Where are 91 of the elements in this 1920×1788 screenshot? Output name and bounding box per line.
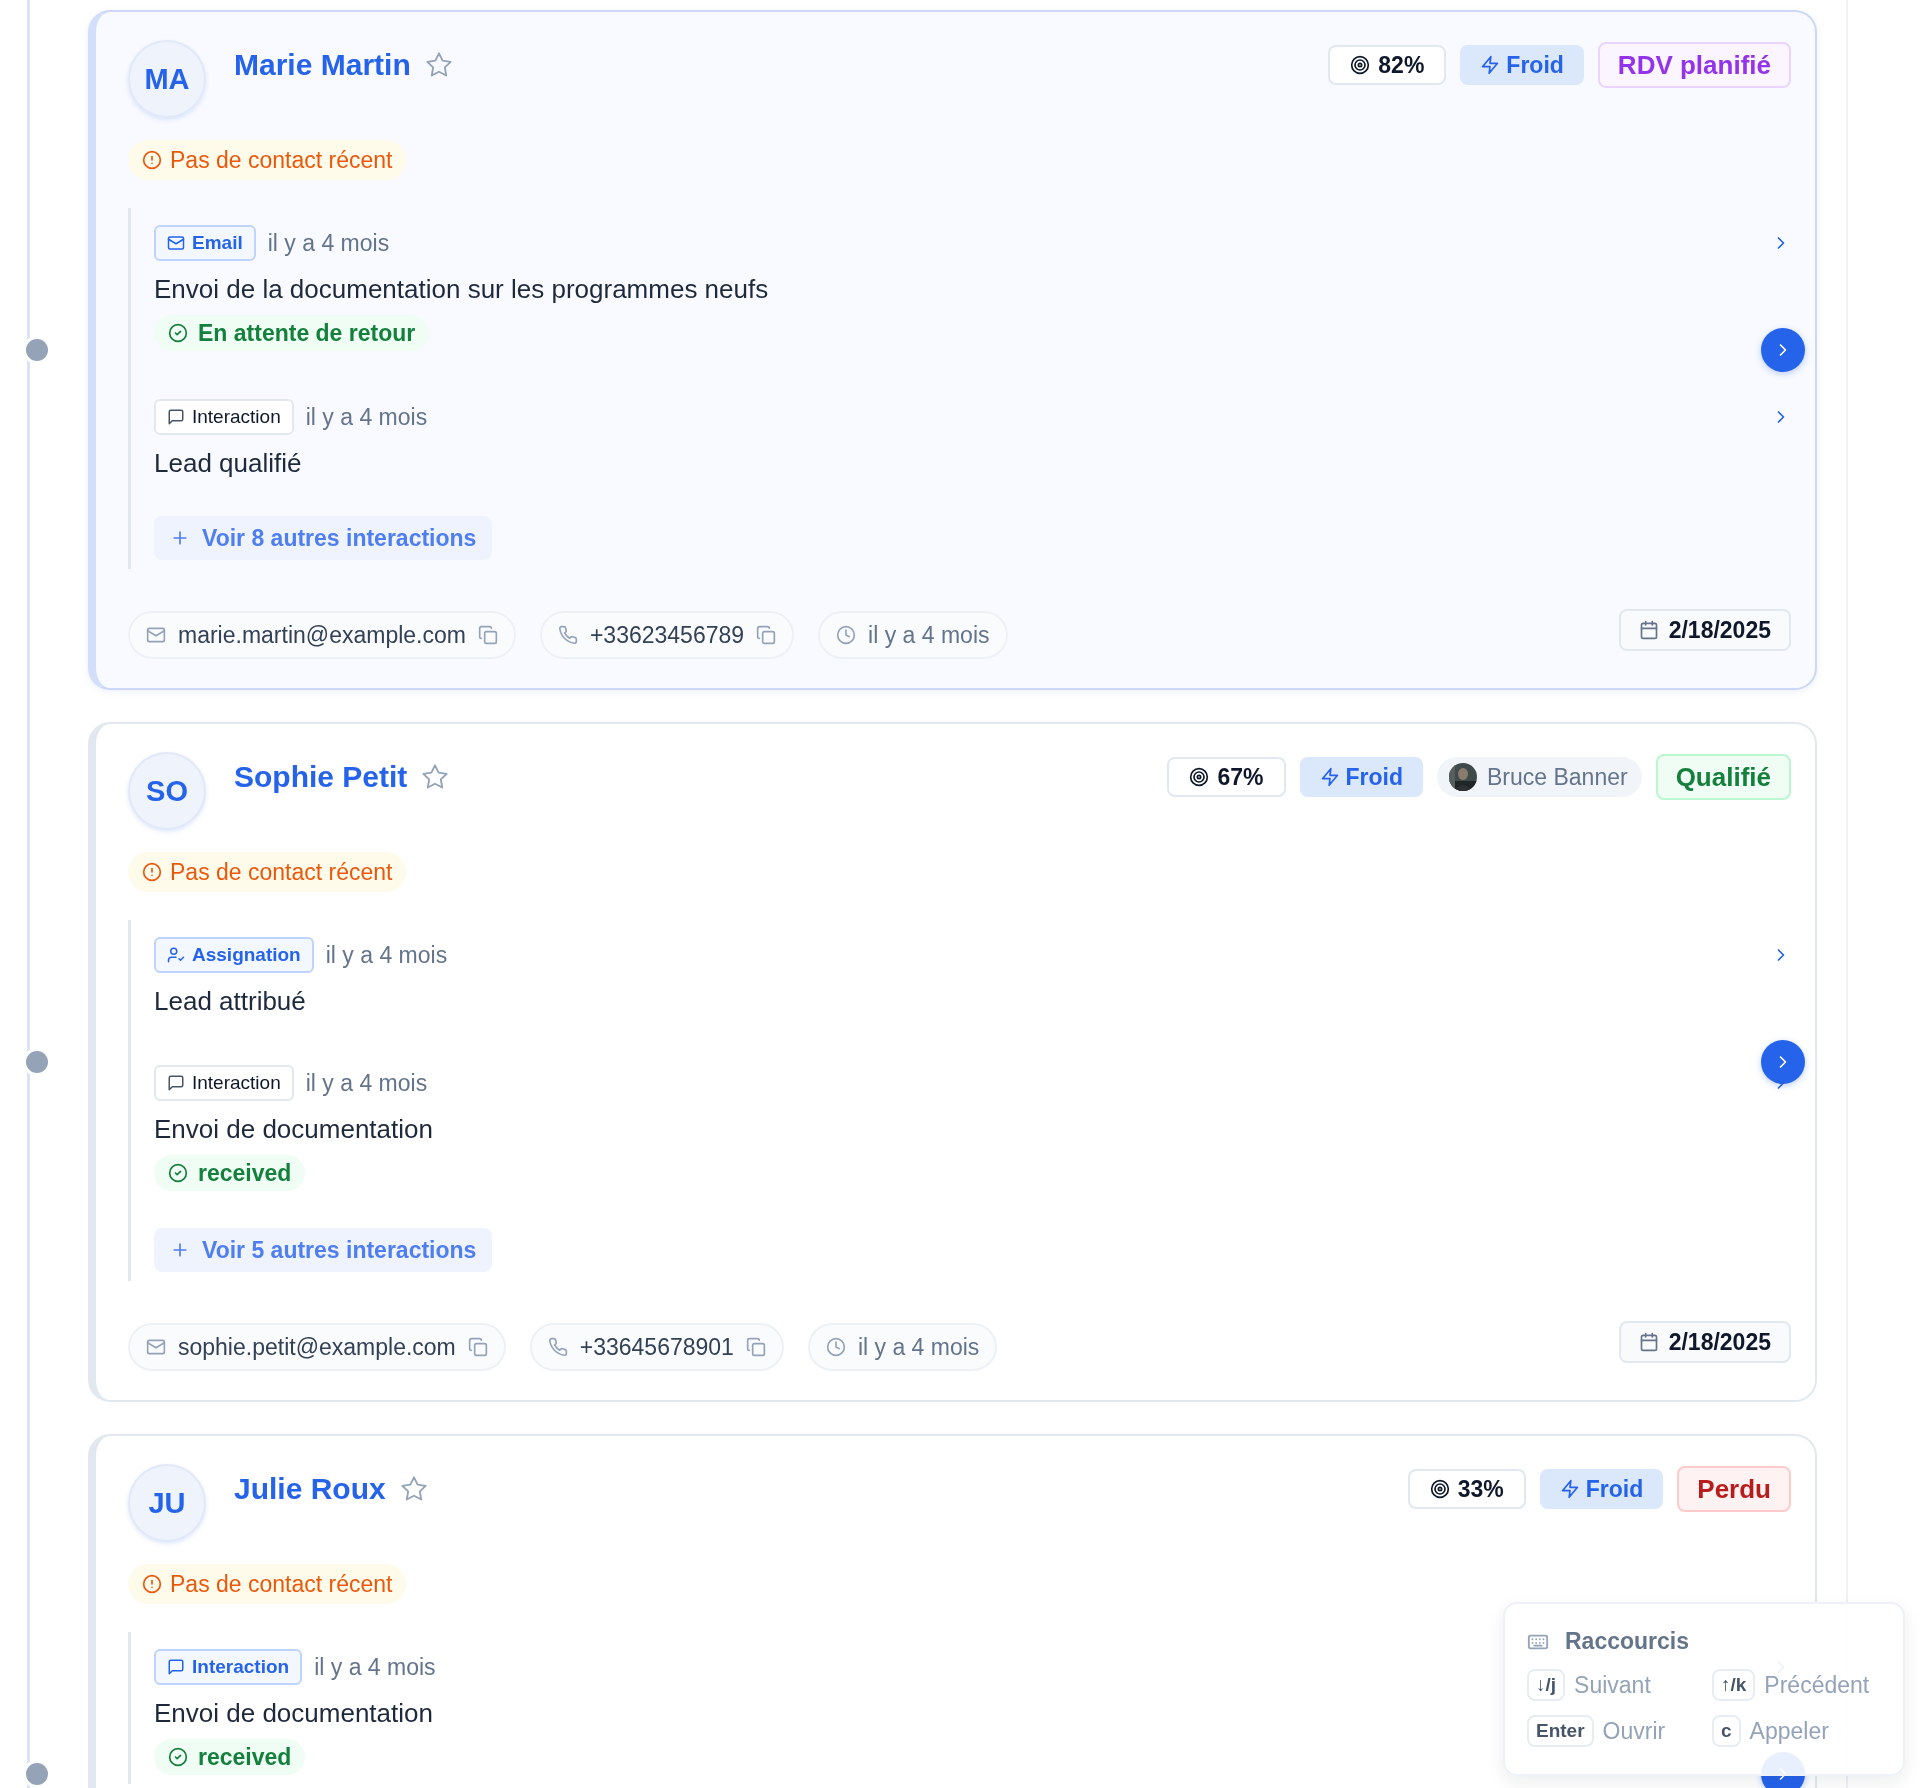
alert-circle-icon	[142, 150, 162, 170]
more-interactions-button[interactable]: Voir 5 autres interactions	[154, 1228, 493, 1272]
temperature-badge: Froid	[1539, 1469, 1664, 1509]
lightning-icon	[1559, 1479, 1580, 1499]
copy-icon	[477, 625, 498, 645]
key-hint: c	[1712, 1715, 1741, 1747]
clock-icon	[825, 1337, 846, 1357]
lightning-icon	[1480, 55, 1501, 75]
timeline-dot	[26, 1763, 48, 1785]
email-text: marie.martin@example.com	[178, 621, 466, 649]
score-badge: 82%	[1328, 45, 1447, 85]
chat-bubble-icon	[167, 1074, 185, 1092]
clock-icon	[836, 625, 857, 645]
copy-icon	[467, 1337, 488, 1357]
key-hint: ↑/k	[1712, 1669, 1756, 1701]
phone-icon	[557, 625, 578, 645]
interaction-title: Envoi de documentation	[154, 1697, 433, 1729]
score-badge: 33%	[1407, 1469, 1526, 1509]
mail-icon	[146, 625, 166, 645]
initials-avatar: JU	[128, 1464, 206, 1542]
calendar-icon	[1638, 620, 1659, 640]
calendar-icon	[1638, 1332, 1659, 1352]
status-text: received	[198, 1159, 292, 1187]
lead-name[interactable]: Marie Martin	[234, 48, 411, 82]
date-text: 2/18/2025	[1668, 1328, 1771, 1356]
shortcut-label: Ouvrir	[1602, 1717, 1666, 1745]
type-tag: Assignation	[154, 937, 314, 973]
timeline-dot	[26, 1051, 48, 1073]
interaction-time: il y a 4 mois	[267, 229, 390, 257]
target-icon	[1350, 55, 1371, 75]
check-circle-icon	[168, 1747, 188, 1767]
target-icon	[1429, 1479, 1450, 1499]
lightning-icon	[1319, 767, 1340, 787]
email-text: sophie.petit@example.com	[178, 1333, 456, 1361]
shortcuts-title: Raccourcis	[1565, 1628, 1689, 1655]
interaction-time: il y a 4 mois	[314, 1653, 436, 1681]
star-icon[interactable]	[421, 763, 450, 791]
status-text: received	[198, 1743, 292, 1771]
status-badge: Perdu	[1677, 1466, 1791, 1512]
chat-bubble-icon	[167, 1658, 185, 1676]
temperature-badge: Froid	[1460, 45, 1584, 85]
star-icon[interactable]	[399, 1475, 428, 1503]
interaction-title: Lead attribué	[154, 985, 306, 1017]
key-hint: Enter	[1527, 1715, 1594, 1747]
phone-text: +33645678901	[579, 1333, 734, 1361]
alert-circle-icon	[142, 1574, 162, 1594]
score-badge: 67%	[1167, 757, 1286, 797]
lead-name[interactable]: Julie Roux	[234, 1472, 386, 1506]
mail-icon	[146, 1337, 166, 1357]
check-circle-icon	[168, 1163, 188, 1183]
interaction-title: Lead qualifié	[154, 447, 302, 479]
initials-avatar: MA	[128, 40, 206, 118]
type-tag: Interaction	[154, 1065, 294, 1101]
alert-text: Pas de contact récent	[170, 1570, 393, 1598]
more-interactions-button[interactable]: Voir 8 autres interactions	[154, 516, 493, 560]
phone-text: +33623456789	[589, 621, 745, 649]
last-contact-text: il y a 4 mois	[868, 621, 990, 649]
copy-icon	[745, 1337, 766, 1357]
user-check-icon	[167, 946, 185, 964]
date-text: 2/18/2025	[1668, 616, 1771, 644]
status-badge: RDV planifié	[1597, 42, 1791, 88]
initials-avatar: SO	[128, 752, 206, 830]
status-text: En attente de retour	[198, 319, 416, 347]
check-circle-icon	[168, 323, 188, 343]
interaction-title: Envoi de documentation	[154, 1113, 433, 1145]
mail-icon	[167, 234, 185, 252]
type-tag: Email	[154, 225, 256, 261]
interaction-time: il y a 4 mois	[305, 403, 428, 431]
type-tag: Interaction	[154, 399, 294, 435]
alert-circle-icon	[142, 862, 162, 882]
star-icon[interactable]	[424, 51, 453, 79]
chat-bubble-icon	[167, 408, 185, 426]
temperature-badge: Froid	[1299, 757, 1423, 797]
interaction-time: il y a 4 mois	[305, 1069, 428, 1097]
interaction-title: Envoi de la documentation sur les programmes neufs	[154, 273, 769, 305]
alert-text: Pas de contact récent	[170, 146, 393, 174]
assignee-name: Bruce Banner	[1487, 763, 1628, 791]
target-icon	[1189, 767, 1210, 787]
interaction-time: il y a 4 mois	[325, 941, 448, 969]
phone-icon	[547, 1337, 568, 1357]
status-badge: Qualifié	[1655, 754, 1791, 800]
shortcut-label: Suivant	[1574, 1671, 1651, 1699]
last-contact-text: il y a 4 mois	[857, 1333, 980, 1361]
next-button[interactable]	[1761, 1040, 1805, 1084]
key-hint: ↓/j	[1527, 1669, 1566, 1701]
copy-icon	[756, 625, 777, 645]
alert-text: Pas de contact récent	[170, 858, 393, 886]
next-button[interactable]	[1761, 328, 1805, 372]
type-tag: Interaction	[154, 1649, 303, 1685]
lead-name[interactable]: Sophie Petit	[234, 760, 408, 794]
timeline-dot	[26, 339, 48, 361]
